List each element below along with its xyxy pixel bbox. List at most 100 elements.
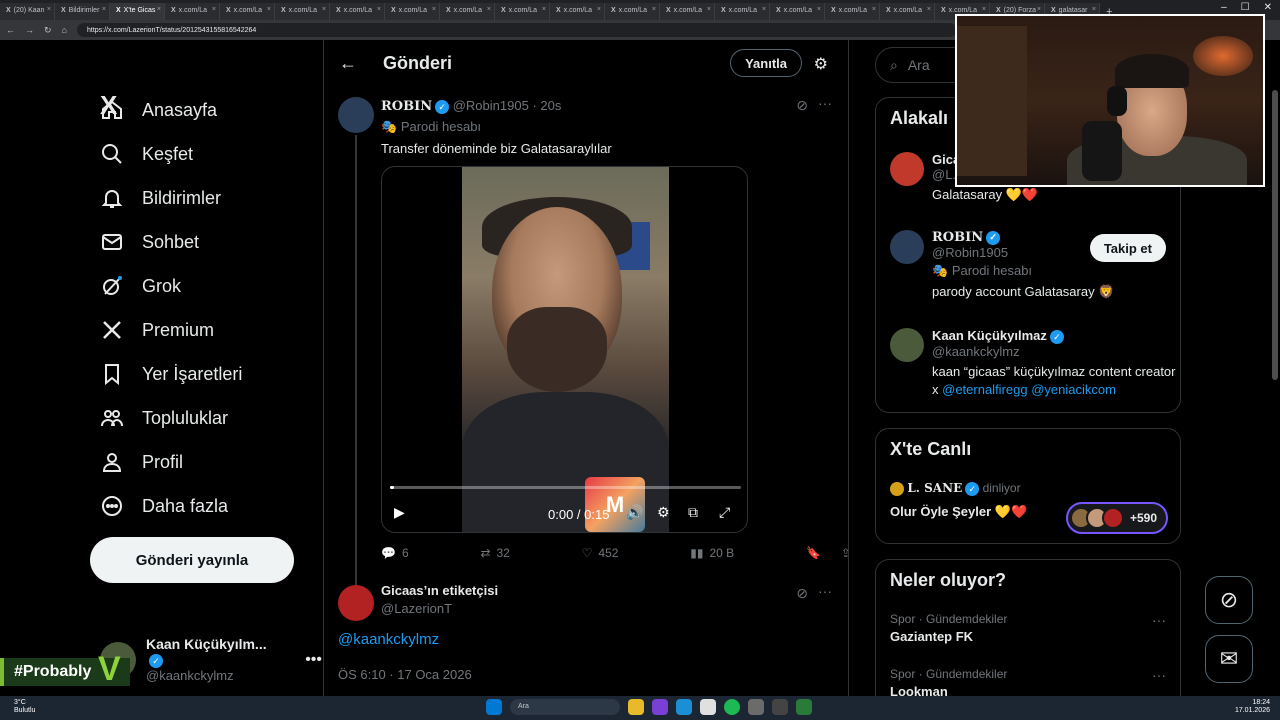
- taskbar-search[interactable]: Ara: [510, 699, 620, 715]
- nav-bookmarks[interactable]: Yer İşaretleri: [100, 362, 242, 386]
- nav-premium[interactable]: Premium: [100, 318, 214, 342]
- tab-close-icon[interactable]: ×: [487, 6, 491, 13]
- tab-close-icon[interactable]: ×: [982, 6, 986, 13]
- browser-tab[interactable]: Xx.com/La ×: [550, 3, 605, 20]
- video-settings-icon[interactable]: ⚙: [657, 504, 670, 521]
- page-scrollbar[interactable]: [1272, 90, 1278, 380]
- retweet-action[interactable]: ⇄ 32: [480, 546, 509, 560]
- back-icon[interactable]: ←: [6, 25, 15, 35]
- file-explorer-icon[interactable]: [628, 699, 644, 715]
- tab-close-icon[interactable]: ×: [1092, 6, 1096, 13]
- tweet-author-handle[interactable]: @Robin1905: [453, 98, 529, 113]
- browser-tab[interactable]: Xx.com/La ×: [880, 3, 935, 20]
- home-icon[interactable]: ⌂: [62, 25, 67, 35]
- browser-tab[interactable]: Xx.com/La ×: [385, 3, 440, 20]
- follow-button[interactable]: Takip et: [1089, 234, 1166, 262]
- trend-item[interactable]: Spor · Gündemdekiler Lookman: [890, 667, 1007, 699]
- reply-mention[interactable]: @kaankckylmz: [338, 631, 439, 648]
- browser-tab[interactable]: Xx.com/La ×: [275, 3, 330, 20]
- browser-tab[interactable]: Xx.com/La ×: [440, 3, 495, 20]
- tab-close-icon[interactable]: ×: [872, 6, 876, 13]
- pip-icon[interactable]: ⧉: [688, 504, 698, 521]
- app-icon[interactable]: [748, 699, 764, 715]
- share-icon[interactable]: ⇪: [841, 546, 848, 560]
- live-listeners[interactable]: +590: [1066, 502, 1168, 534]
- browser-tab[interactable]: Xx.com/La ×: [825, 3, 880, 20]
- tab-close-icon[interactable]: ×: [102, 6, 106, 13]
- tab-close-icon[interactable]: ×: [157, 6, 161, 13]
- live-space-title[interactable]: Olur Öyle Şeyler 💛❤️: [890, 504, 1027, 520]
- back-arrow-icon[interactable]: ←: [339, 53, 357, 74]
- app-icon[interactable]: [772, 699, 788, 715]
- nav-explore[interactable]: Keşfet: [100, 142, 193, 166]
- tab-close-icon[interactable]: ×: [542, 6, 546, 13]
- views-action[interactable]: ▮▮ 20 B: [690, 546, 734, 560]
- browser-tab[interactable]: Xx.com/La ×: [660, 3, 715, 20]
- browser-tab[interactable]: X (20) Kaan ×: [0, 3, 55, 20]
- tab-close-icon[interactable]: ×: [1037, 6, 1041, 13]
- grok-icon[interactable]: ⊘: [796, 97, 808, 114]
- browser-tab[interactable]: Xx.com/La ×: [330, 3, 385, 20]
- reply-action[interactable]: 💬 6: [381, 546, 409, 560]
- volume-icon[interactable]: 🔊: [626, 504, 643, 521]
- browser-tab[interactable]: Xx.com/La ×: [165, 3, 220, 20]
- nav-grok[interactable]: Grok: [100, 274, 181, 298]
- tab-close-icon[interactable]: ×: [267, 6, 271, 13]
- reply-button[interactable]: Yanıtla: [730, 49, 802, 77]
- messages-fab[interactable]: ✉: [1205, 635, 1253, 683]
- grok-fab[interactable]: ⊘: [1205, 576, 1253, 624]
- more-icon[interactable]: •••: [305, 651, 322, 669]
- url-field[interactable]: https://x.com/LazerionT/status/201254315…: [76, 23, 957, 37]
- more-icon[interactable]: ···: [818, 95, 832, 111]
- maximize-icon[interactable]: ☐: [1241, 2, 1250, 13]
- settings-sliders-icon[interactable]: ⚙: [814, 54, 828, 74]
- app-icon[interactable]: [796, 699, 812, 715]
- reply-avatar[interactable]: [338, 585, 374, 621]
- browser-tab[interactable]: Xx.com/La ×: [770, 3, 825, 20]
- bio-link[interactable]: @eternalfiregg: [942, 382, 1027, 397]
- tab-close-icon[interactable]: ×: [377, 6, 381, 13]
- nav-chat[interactable]: Sohbet: [100, 230, 199, 254]
- tab-close-icon[interactable]: ×: [762, 6, 766, 13]
- system-clock[interactable]: 18:24 17.01.2026: [1235, 699, 1270, 715]
- edge-icon[interactable]: [676, 699, 692, 715]
- live-host[interactable]: L. SANE ✓ dinliyor: [890, 481, 1021, 496]
- tab-close-icon[interactable]: ×: [707, 6, 711, 13]
- trend-item[interactable]: Spor · Gündemdekiler Gaziantep FK: [890, 612, 1007, 644]
- spotify-icon[interactable]: [724, 699, 740, 715]
- like-action[interactable]: ♡ 452: [582, 546, 619, 560]
- windows-start-icon[interactable]: [486, 699, 502, 715]
- tweet-time[interactable]: · 20s: [532, 98, 561, 113]
- browser-tab[interactable]: Xx.com/La ×: [605, 3, 660, 20]
- tab-close-icon[interactable]: ×: [47, 6, 51, 13]
- tweet-avatar[interactable]: [338, 97, 374, 133]
- video-player[interactable]: ALAR ÇARŞISI M ▶ 0:00 / 0:15 🔊 ⚙ ⧉ ⤢: [381, 166, 748, 533]
- nav-communities[interactable]: Topluluklar: [100, 406, 228, 430]
- minimize-icon[interactable]: –: [1221, 2, 1227, 13]
- more-icon[interactable]: ···: [818, 583, 832, 599]
- nav-home[interactable]: Anasayfa: [100, 98, 217, 122]
- tab-close-icon[interactable]: ×: [597, 6, 601, 13]
- app-icon[interactable]: [652, 699, 668, 715]
- browser-tab[interactable]: Xx.com/La ×: [495, 3, 550, 20]
- tweet-author-name[interactable]: ROBIN: [381, 99, 432, 114]
- browser-tab[interactable]: Xx.com/La ×: [220, 3, 275, 20]
- chrome-icon[interactable]: [700, 699, 716, 715]
- weather-widget[interactable]: 3°C Bulutlu: [14, 699, 35, 715]
- video-progress-bar[interactable]: [390, 486, 741, 489]
- reply-author-handle[interactable]: @LazerionT: [381, 601, 452, 616]
- fullscreen-icon[interactable]: ⤢: [719, 504, 730, 521]
- nav-profile[interactable]: Profil: [100, 450, 183, 474]
- browser-tab[interactable]: X X'te Gicas ×: [110, 3, 165, 20]
- forward-icon[interactable]: →: [25, 25, 34, 35]
- bio-link[interactable]: @yeniacikcom: [1031, 382, 1116, 397]
- nav-more[interactable]: Daha fazla: [100, 494, 228, 518]
- tab-close-icon[interactable]: ×: [817, 6, 821, 13]
- more-icon[interactable]: ···: [1152, 612, 1166, 628]
- post-button[interactable]: Gönderi yayınla: [90, 537, 294, 583]
- close-icon[interactable]: ✕: [1264, 2, 1272, 13]
- account-switcher[interactable]: Kaan Küçükyılm... ✓ @kaankckylmz •••: [100, 636, 322, 683]
- nav-notifications[interactable]: Bildirimler: [100, 186, 221, 210]
- browser-tab[interactable]: Xx.com/La ×: [715, 3, 770, 20]
- tab-close-icon[interactable]: ×: [432, 6, 436, 13]
